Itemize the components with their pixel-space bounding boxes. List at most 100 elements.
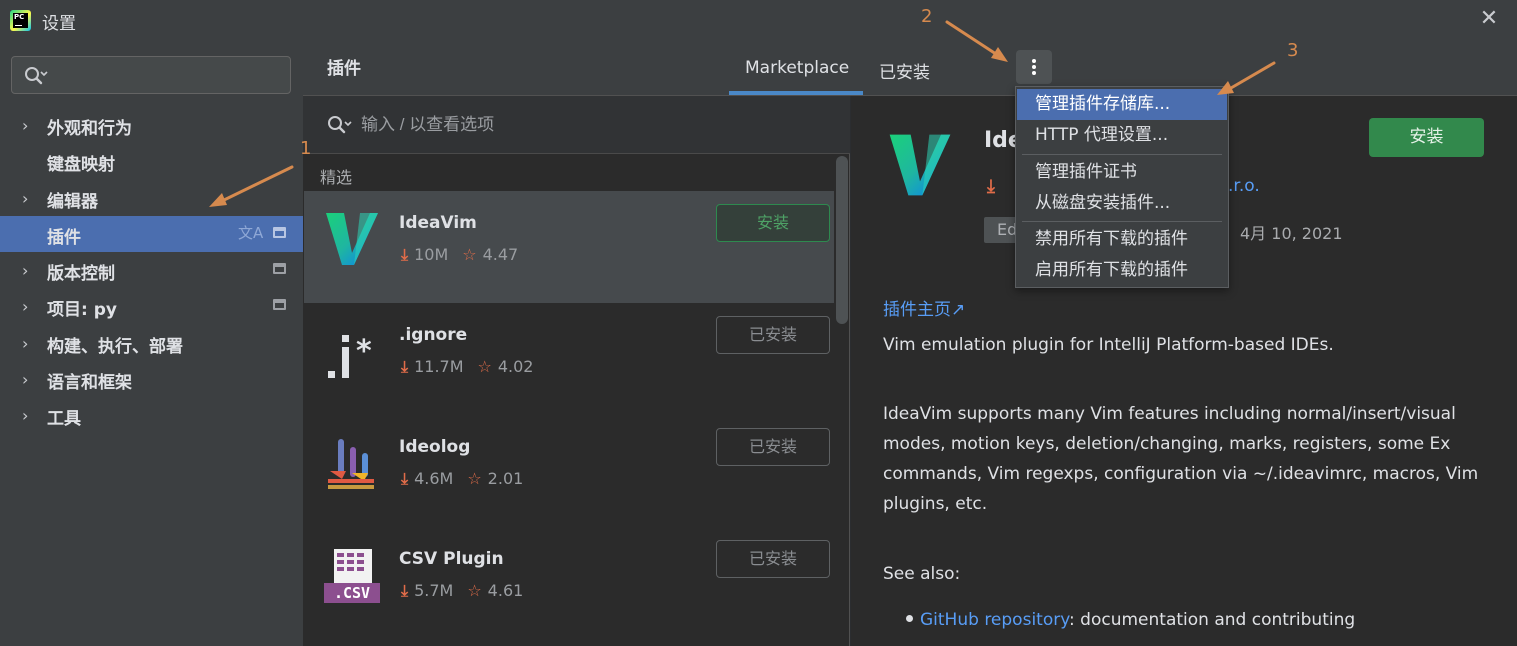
menu-item-manage-repositories[interactable]: 管理插件存储库... — [1017, 89, 1227, 120]
external-link-icon: ↗ — [951, 300, 966, 320]
plugin-name: .ignore — [399, 325, 468, 345]
sidebar-item-vcs[interactable]: › 版本控制 — [0, 252, 303, 288]
pycharm-app-icon: PC — [10, 10, 31, 31]
homepage-label: 插件主页 — [883, 300, 951, 320]
more-options-button[interactable] — [1016, 50, 1052, 84]
plugin-row-ignore[interactable]: * .ignore ⤓ 11.7M ☆ 4.02 已安装 — [304, 303, 834, 415]
project-level-icon — [273, 227, 286, 238]
annotation-marker-1: 1 — [300, 138, 312, 159]
sidebar-item-project[interactable]: › 项目: py — [0, 288, 303, 324]
plugin-row-ideavim[interactable]: IdeaVim ⤓ 10M ☆ 4.47 安装 — [304, 191, 834, 303]
sidebar-item-label: 键盘映射 — [47, 155, 115, 175]
vendor-link[interactable]: .r.o. — [1228, 176, 1260, 196]
page-title: 插件 — [327, 59, 361, 79]
sidebar-item-label: 插件 — [47, 228, 81, 248]
bullet-dot — [906, 615, 913, 622]
ideavim-logo — [326, 213, 378, 265]
chevron-right-icon: › — [22, 370, 29, 389]
chevron-right-icon: › — [22, 261, 29, 280]
star-icon: ☆ — [467, 469, 482, 488]
chevron-right-icon: › — [22, 406, 29, 425]
menu-item-install-from-disk[interactable]: 从磁盘安装插件... — [1017, 188, 1227, 219]
plugin-name: IdeaVim — [399, 213, 477, 233]
more-options-menu: 管理插件存储库... HTTP 代理设置... 管理插件证书 从磁盘安装插件..… — [1015, 86, 1229, 288]
active-tab-indicator — [729, 91, 863, 95]
menu-item-enable-all-downloaded[interactable]: 启用所有下载的插件 — [1017, 255, 1227, 286]
plugin-meta: ⤓ 10M ☆ 4.47 — [401, 245, 518, 265]
sidebar-item-label: 编辑器 — [47, 192, 98, 212]
installed-button[interactable]: 已安装 — [716, 316, 830, 354]
star-icon: ☆ — [467, 581, 482, 600]
description-paragraph: IdeaVim supports many Vim features inclu… — [883, 404, 1479, 514]
sidebar-item-editor[interactable]: › 编辑器 — [0, 180, 303, 216]
download-icon: ⤓ — [401, 581, 409, 600]
install-button[interactable]: 安装 — [716, 204, 830, 242]
download-icon: ⤓ — [401, 245, 409, 264]
chevron-right-icon: › — [22, 116, 29, 135]
menu-item-http-proxy[interactable]: HTTP 代理设置... — [1017, 120, 1227, 151]
sidebar-item-keymap[interactable]: 键盘映射 — [0, 143, 303, 179]
sidebar-item-label: 语言和框架 — [47, 373, 132, 393]
download-count: 10M — [414, 245, 449, 264]
menu-separator — [1022, 154, 1222, 155]
plugin-search-bar[interactable] — [303, 96, 850, 154]
plugin-list-scrollbar[interactable] — [836, 156, 848, 324]
window-title: 设置 — [42, 14, 76, 34]
sidebar-item-label: 构建、执行、部署 — [47, 337, 183, 357]
search-icon — [328, 116, 352, 134]
sidebar-item-plugins[interactable]: 插件 文A — [0, 216, 303, 252]
tab-marketplace[interactable]: Marketplace — [745, 58, 849, 78]
download-count: 4.6M — [414, 469, 454, 488]
menu-item-manage-certificates[interactable]: 管理插件证书 — [1017, 157, 1227, 188]
list-item: GitHub repository: documentation and con… — [906, 610, 1355, 630]
bullet-text: : documentation and contributing — [1069, 610, 1356, 630]
svg-text:*: * — [356, 334, 372, 369]
settings-search-field[interactable] — [11, 56, 291, 94]
ideavim-logo — [889, 134, 951, 196]
menu-separator — [1022, 221, 1222, 222]
annotation-marker-2: 2 — [921, 6, 933, 27]
settings-search-input[interactable] — [56, 63, 281, 87]
plugin-homepage-link[interactable]: 插件主页↗ — [883, 295, 965, 320]
plugin-meta: ⤓ 5.7M ☆ 4.61 — [401, 581, 523, 601]
install-button[interactable]: 安装 — [1369, 118, 1484, 157]
installed-button[interactable]: 已安装 — [716, 428, 830, 466]
sidebar-item-label: 外观和行为 — [47, 119, 132, 139]
sidebar-item-languages[interactable]: › 语言和框架 — [0, 361, 303, 397]
sidebar-item-tools[interactable]: › 工具 — [0, 397, 303, 433]
csv-logo: .CSV — [324, 549, 380, 603]
description-paragraph: See also: — [883, 564, 961, 584]
download-count: 11.7M — [414, 357, 464, 376]
project-level-icon — [273, 263, 286, 274]
translate-icon: 文A — [238, 224, 264, 242]
github-repository-link[interactable]: GitHub repository — [920, 610, 1069, 630]
sidebar-item-label: 工具 — [47, 409, 81, 429]
close-icon[interactable]: ✕ — [1478, 6, 1500, 32]
star-icon: ☆ — [462, 245, 477, 264]
plugin-meta: ⤓ 4.6M ☆ 2.01 — [401, 469, 523, 489]
sidebar-item-build[interactable]: › 构建、执行、部署 — [0, 325, 303, 361]
project-level-icon — [273, 299, 286, 310]
ignore-logo: * — [328, 334, 372, 378]
rating: 4.47 — [482, 245, 519, 264]
installed-button[interactable]: 已安装 — [716, 540, 830, 578]
search-icon — [25, 67, 48, 85]
sidebar-item-appearance[interactable]: › 外观和行为 — [0, 107, 303, 143]
plugin-row-ideolog[interactable]: Ideolog ⤓ 4.6M ☆ 2.01 已安装 — [304, 415, 834, 527]
svg-text:.CSV: .CSV — [334, 584, 370, 602]
sidebar-item-label: 项目: py — [47, 300, 117, 320]
tab-installed[interactable]: 已安装 — [879, 58, 930, 83]
rating: 4.02 — [497, 357, 534, 376]
plugin-name: Ideolog — [399, 437, 471, 457]
plugin-row-csv[interactable]: .CSV CSV Plugin ⤓ 5.7M ☆ 4.61 已安装 — [304, 527, 834, 639]
ideolog-logo — [328, 439, 374, 489]
featured-section-label: 精选 — [320, 168, 353, 187]
title-bar: PC 设置 ✕ — [0, 0, 1517, 40]
menu-item-disable-all-downloaded[interactable]: 禁用所有下载的插件 — [1017, 224, 1227, 255]
annotation-marker-3: 3 — [1287, 40, 1299, 61]
chevron-right-icon: › — [22, 189, 29, 208]
plugin-search-input[interactable] — [361, 113, 801, 137]
download-icon: ⤓ — [401, 357, 409, 376]
star-icon: ☆ — [477, 357, 492, 376]
download-count: 5.7M — [414, 581, 454, 600]
